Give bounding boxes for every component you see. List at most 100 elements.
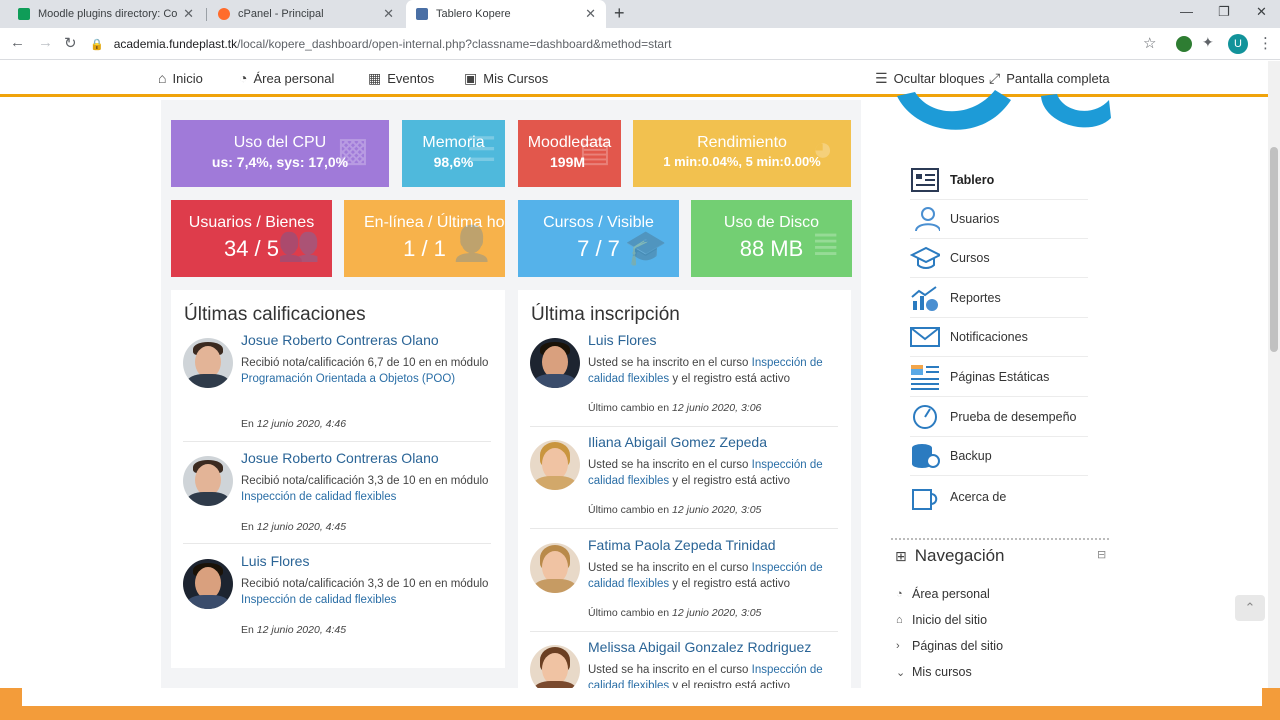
kopere-logo	[893, 60, 1113, 140]
menu-notificaciones[interactable]: Notificaciones	[910, 318, 1088, 357]
close-tab-icon[interactable]: ✕	[585, 6, 596, 22]
menu-paginas-estaticas[interactable]: Páginas Estáticas	[910, 358, 1088, 397]
nav-label: Mis Cursos	[483, 71, 549, 86]
browser-tab-strip: Moodle plugins directory: Config ✕ cPane…	[0, 0, 1280, 28]
enrollment-date: Último cambio en 12 junio 2020, 3:05	[588, 504, 762, 516]
address-bar[interactable]: 🔒 academia.fundeplast.tk/local/kopere_da…	[90, 31, 1165, 57]
dashboard-gauge-icon: ◔	[239, 70, 248, 86]
profile-avatar[interactable]: U	[1228, 34, 1248, 54]
maximize-icon[interactable]: ❐	[1218, 4, 1230, 20]
bookmark-star-icon[interactable]: ☆	[1143, 34, 1156, 52]
menu-backup[interactable]: Backup	[910, 437, 1088, 476]
users-icon	[910, 206, 940, 232]
enrollment-date: Último cambio en 12 junio 2020, 3:06	[588, 402, 762, 414]
chevron-down-icon: ⌄	[896, 666, 906, 679]
enrollment-date: Último cambio en 12 junio 2020, 3:05	[588, 607, 762, 619]
performance-tile: ◕ Rendimiento 1 min:0.04%, 5 min:0.00%	[633, 120, 851, 187]
nav-inicio[interactable]: ⌂ Inicio	[158, 70, 203, 86]
moodle-favicon-icon	[18, 8, 30, 20]
home-icon: ⌂	[896, 614, 903, 626]
student-name-link[interactable]: Iliana Abigail Gomez Zepeda	[588, 434, 767, 450]
speedometer-icon: ◕	[812, 130, 833, 168]
menu-tablero[interactable]: Tablero	[910, 161, 1088, 200]
avatar	[183, 559, 233, 609]
nav-label: Eventos	[387, 71, 435, 86]
module-link[interactable]: Inspección de calidad flexibles	[241, 594, 396, 606]
browser-toolbar: ← → ↻ 🔒 academia.fundeplast.tk/local/kop…	[0, 28, 1280, 60]
menu-label: Acerca de	[950, 489, 1007, 504]
nav-eventos[interactable]: ▦ Eventos	[368, 70, 434, 87]
memory-tile: ☰ Memoria 98,6%	[402, 120, 505, 187]
enrollment-description: Usted se ha inscrito en el curso Inspecc…	[588, 459, 823, 487]
menu-label: Notificaciones	[950, 330, 1028, 344]
url-host: academia.fundeplast.tk	[113, 37, 238, 51]
close-window-icon[interactable]: ✕	[1256, 4, 1267, 20]
nav-area-personal[interactable]: ◔ Área personal	[239, 70, 334, 86]
scroll-to-top-button[interactable]: ⌃	[1235, 595, 1265, 621]
footer-bar	[0, 688, 1280, 720]
menu-label: Backup	[950, 449, 992, 463]
new-tab-icon[interactable]: +	[614, 3, 625, 24]
grade-date: En 12 junio 2020, 4:45	[241, 624, 347, 636]
cpanel-favicon-icon	[218, 8, 230, 20]
nav-mis-cursos-link[interactable]: ⌄ Mis cursos	[896, 665, 972, 679]
back-icon[interactable]: ←	[10, 34, 25, 51]
menu-usuarios[interactable]: Usuarios	[910, 200, 1088, 239]
page-scrollbar[interactable]	[1268, 61, 1280, 688]
reload-icon[interactable]: ↻	[64, 34, 77, 52]
browser-tab-tablero-kopere[interactable]: Tablero Kopere ✕	[406, 0, 606, 28]
cpu-tile: ▩ Uso del CPU us: 7,4%, sys: 17,0%	[171, 120, 389, 187]
browser-tab-cpanel[interactable]: cPanel - Principal ✕	[208, 0, 404, 28]
nav-inicio-sitio-link[interactable]: ⌂ Inicio del sitio	[896, 613, 987, 627]
tab-title: Moodle plugins directory: Config	[38, 8, 178, 20]
student-name-link[interactable]: Josue Roberto Contreras Olano	[241, 450, 439, 466]
puzzle-extensions-icon[interactable]: ✦	[1202, 34, 1218, 50]
file-icon: ▤	[578, 131, 611, 169]
navigation-title: ⊞ Navegación	[895, 546, 1005, 565]
dashboard-content: ▩ Uso del CPU us: 7,4%, sys: 17,0% ☰ Mem…	[161, 100, 861, 688]
minimize-icon[interactable]: —	[1180, 4, 1193, 19]
browser-tab-moodle-plugins[interactable]: Moodle plugins directory: Config ✕	[8, 0, 204, 28]
close-tab-icon[interactable]: ✕	[183, 6, 194, 22]
collapse-block-icon[interactable]: ⊟	[1097, 548, 1106, 561]
disk-tile: ≣ Uso de Disco 88 MB	[691, 200, 852, 277]
browser-menu-icon[interactable]: ⋮	[1258, 34, 1273, 52]
avatar	[530, 440, 580, 490]
static-pages-icon	[910, 364, 940, 390]
nav-label: Inicio	[172, 70, 203, 86]
latest-grades-card: Últimas calificaciones Josue Roberto Con…	[171, 290, 505, 668]
menu-cursos[interactable]: Cursos	[910, 239, 1088, 278]
nav-paginas-sitio-link[interactable]: › Páginas del sitio	[896, 639, 1003, 653]
graduation-cap-icon: 🎓	[624, 229, 667, 267]
grade-date: En 12 junio 2020, 4:46	[241, 418, 347, 430]
card-title: Últimas calificaciones	[184, 304, 366, 325]
module-link[interactable]: Inspección de calidad flexibles	[241, 491, 396, 503]
nav-mis-cursos[interactable]: ▣ Mis Cursos	[464, 70, 548, 87]
online-tile: 👤 En-línea / Última hora 1 / 1	[344, 200, 505, 277]
menu-label: Usuarios	[950, 212, 1000, 226]
enrollment-entry: Luis Flores Usted se ha inscrito en el c…	[530, 332, 838, 427]
scrollbar-thumb[interactable]	[1270, 147, 1278, 352]
database-backup-icon	[910, 443, 940, 469]
module-link[interactable]: Programación Orientada a Objetos (POO)	[241, 373, 455, 385]
list-icon: ☰	[875, 70, 888, 86]
forward-icon[interactable]: →	[38, 34, 53, 51]
dashboard-panel-icon	[910, 167, 940, 193]
nav-area-personal-link[interactable]: ◔ Área personal	[896, 587, 990, 601]
user-online-icon: 👤	[450, 225, 493, 263]
menu-reportes[interactable]: Reportes	[910, 279, 1088, 318]
student-name-link[interactable]: Fatima Paola Zepeda Trinidad	[588, 537, 776, 553]
menu-acerca-de[interactable]: Acerca de	[910, 477, 1088, 516]
student-name-link[interactable]: Josue Roberto Contreras Olano	[241, 332, 439, 348]
student-name-link[interactable]: Melissa Abigail Gonzalez Rodriguez	[588, 639, 811, 655]
menu-prueba-desempeno[interactable]: Prueba de desempeño	[910, 398, 1088, 437]
student-name-link[interactable]: Luis Flores	[241, 553, 309, 569]
extension-icon[interactable]	[1176, 36, 1192, 52]
enrollment-description: Usted se ha inscrito en el curso Inspecc…	[588, 662, 838, 688]
lock-icon[interactable]: 🔒	[90, 38, 104, 51]
cpu-chip-icon: ▩	[336, 131, 369, 169]
student-name-link[interactable]: Luis Flores	[588, 332, 656, 348]
enrollment-entry: Fatima Paola Zepeda Trinidad Usted se ha…	[530, 537, 838, 632]
enrollment-description: Usted se ha inscrito en el curso Inspecc…	[588, 562, 823, 590]
close-tab-icon[interactable]: ✕	[383, 6, 394, 22]
